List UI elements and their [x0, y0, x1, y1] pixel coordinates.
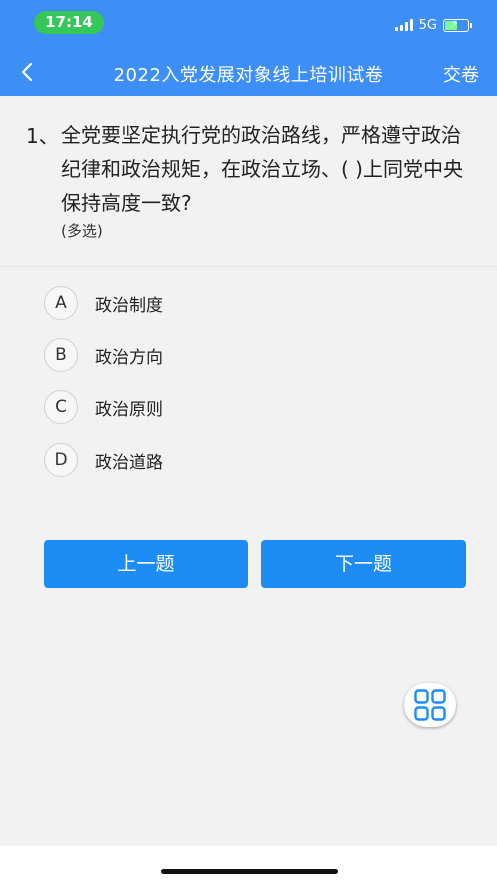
- answer-sheet-button[interactable]: [404, 683, 456, 727]
- option-c[interactable]: C 政治原则: [44, 389, 344, 425]
- next-question-button[interactable]: 下一题: [261, 540, 466, 588]
- option-b[interactable]: B 政治方向: [44, 337, 344, 373]
- option-a[interactable]: A 政治制度: [44, 285, 344, 321]
- question-text: 全党要坚定执行党的政治路线，严格遵守政治纪律和政治规矩，在政治立场、( )上同党…: [61, 123, 463, 215]
- option-text: 政治道路: [95, 452, 163, 473]
- question-type-label: (多选): [61, 222, 103, 240]
- app-header: 17:14 5G ⚡ 2022入党发展对象线上培训试卷 交卷: [0, 0, 497, 96]
- signal-icon: [394, 19, 413, 31]
- prev-question-button[interactable]: 上一题: [44, 540, 248, 588]
- option-letter: A: [44, 286, 78, 320]
- grid-icon: [414, 689, 446, 721]
- page-title: 2022入党发展对象线上培训试卷: [113, 65, 384, 86]
- question-number: 1、: [26, 124, 59, 148]
- status-time: 17:14: [34, 11, 104, 34]
- nav-bar: 2022入党发展对象线上培训试卷 交卷: [0, 52, 497, 92]
- question-section: 1、 全党要坚定执行党的政治路线，严格遵守政治纪律和政治规矩，在政治立场、( )…: [0, 96, 497, 267]
- option-text: 政治原则: [95, 399, 163, 420]
- battery-icon: ⚡: [443, 17, 472, 32]
- option-text: 政治制度: [95, 295, 163, 316]
- option-letter: B: [44, 338, 78, 372]
- submit-exam-button[interactable]: 交卷: [443, 61, 479, 87]
- option-d[interactable]: D 政治道路: [44, 442, 344, 478]
- option-text: 政治方向: [95, 347, 163, 368]
- network-type: 5G: [418, 17, 437, 33]
- option-letter: D: [44, 443, 78, 477]
- home-indicator[interactable]: [161, 869, 338, 874]
- status-indicators: 5G ⚡: [394, 15, 472, 35]
- option-letter: C: [44, 390, 78, 424]
- bottom-bar: [0, 846, 497, 883]
